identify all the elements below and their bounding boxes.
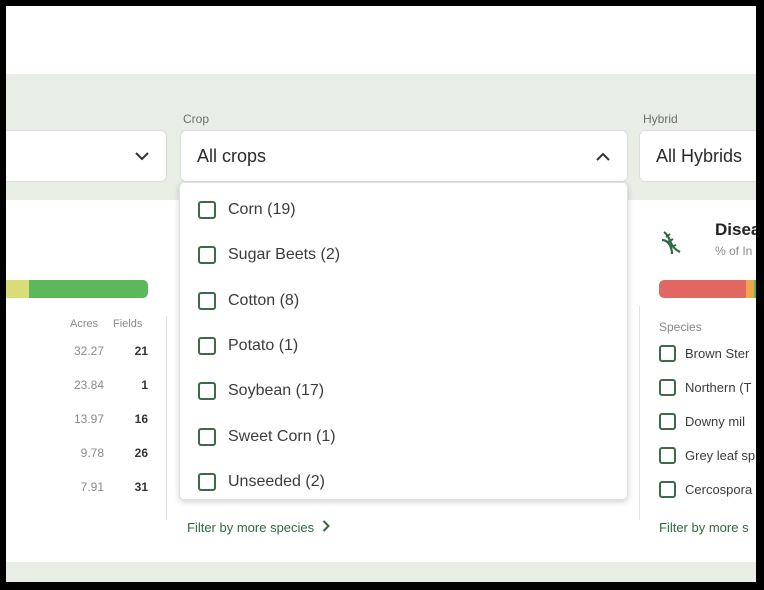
checkbox[interactable] — [659, 378, 676, 396]
checkbox[interactable] — [198, 337, 216, 355]
disease-card-subtitle: % of In — [715, 244, 753, 258]
crop-select-value: All crops — [197, 145, 267, 166]
progress-segment-green — [754, 280, 756, 298]
progress-segment-green — [29, 280, 148, 298]
checkbox[interactable] — [198, 382, 216, 400]
acres-value: 23.84 — [73, 378, 104, 392]
species-checkbox-item[interactable]: Brown Ster — [659, 343, 749, 363]
crop-select[interactable]: All crops — [180, 130, 628, 182]
disease-card-title: Disea — [715, 220, 756, 239]
checkbox[interactable] — [198, 246, 216, 264]
hybrid-label: Hybrid — [643, 112, 678, 126]
crop-option[interactable]: Unseeded (2) — [198, 471, 325, 493]
fields-value: 21 — [134, 344, 148, 358]
fields-value: 16 — [134, 412, 148, 426]
acres-value: 13.97 — [73, 412, 104, 426]
app-frame: Crop All crops Hybrid All Hybrids Acres … — [6, 6, 756, 582]
chevron-down-icon — [132, 146, 152, 166]
crop-option[interactable]: Corn (19) — [198, 199, 296, 221]
acres-value: 9.78 — [80, 446, 104, 460]
chevron-up-icon — [593, 146, 613, 166]
checkbox[interactable] — [659, 412, 676, 430]
checkbox[interactable] — [198, 428, 216, 446]
fields-value: 31 — [134, 480, 148, 494]
fields-value: 1 — [141, 378, 148, 392]
species-checkbox-item[interactable]: Cercospora — [659, 479, 752, 499]
progress-segment-red — [659, 280, 746, 298]
species-header: Species — [659, 320, 702, 334]
crop-dropdown-menu: Corn (19) Sugar Beets (2) Cotton (8) Pot… — [179, 182, 628, 500]
species-checkbox-item[interactable]: Northern (T — [659, 377, 751, 397]
acres-value: 32.27 — [73, 344, 104, 358]
species-checkbox-item[interactable]: Downy mil — [659, 411, 745, 431]
crop-option[interactable]: Soybean (17) — [198, 380, 324, 402]
progress-segment-yellow — [6, 280, 29, 298]
progress-segment-orange — [746, 280, 754, 298]
filter-more-species-link[interactable]: Filter by more species — [187, 520, 331, 535]
crop-option[interactable]: Potato (1) — [198, 335, 298, 357]
crop-option[interactable]: Sugar Beets (2) — [198, 244, 340, 266]
acres-value: 7.91 — [80, 480, 104, 494]
hybrid-select-value: All Hybrids — [656, 145, 743, 166]
fields-value: 26 — [134, 446, 148, 460]
checkbox[interactable] — [659, 344, 676, 362]
fields-column-header: Fields — [113, 318, 143, 330]
checkbox[interactable] — [659, 480, 676, 498]
bottom-band — [6, 562, 756, 582]
checkbox[interactable] — [198, 473, 216, 491]
acres-column-header: Acres — [70, 318, 99, 330]
left-progress-bar — [6, 280, 148, 298]
filter-more-species-link[interactable]: Filter by more s — [659, 520, 749, 535]
crop-option[interactable]: Sweet Corn (1) — [198, 426, 336, 448]
checkbox[interactable] — [198, 201, 216, 219]
checkbox[interactable] — [198, 292, 216, 310]
species-checkbox-item[interactable]: Grey leaf sp — [659, 445, 755, 465]
card-divider — [639, 306, 640, 520]
crop-label: Crop — [183, 112, 210, 126]
disease-progress-bar — [659, 280, 756, 298]
dna-icon — [658, 228, 686, 261]
card-divider — [166, 316, 167, 520]
crop-option[interactable]: Cotton (8) — [198, 290, 299, 312]
checkbox[interactable] — [659, 446, 676, 464]
left-filter-select[interactable] — [6, 130, 167, 182]
hybrid-select[interactable]: All Hybrids — [639, 130, 756, 182]
chevron-right-icon — [322, 520, 331, 535]
